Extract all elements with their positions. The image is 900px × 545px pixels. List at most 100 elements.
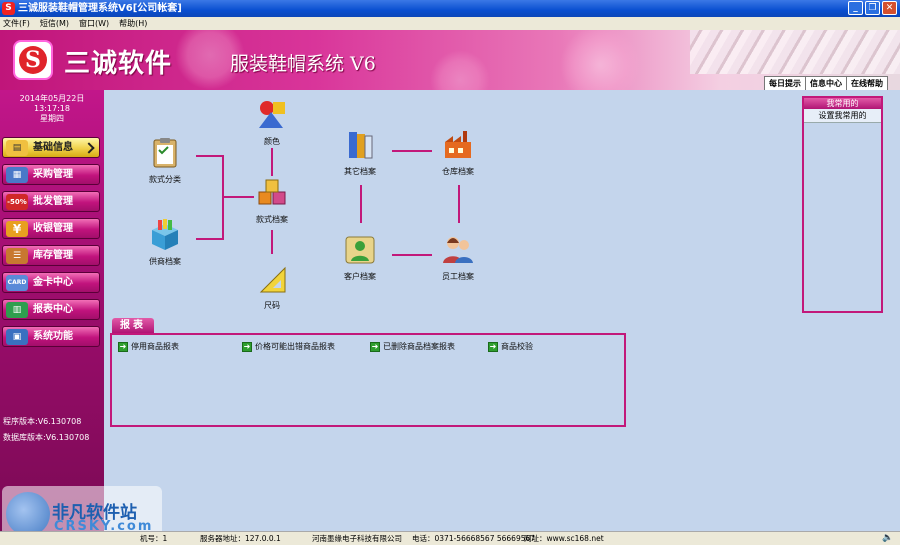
report-link-disabled-goods[interactable]: ➜ 停用商品报表: [118, 341, 179, 352]
nav-label: 金卡中心: [33, 277, 73, 288]
status-bar: 机号：1 服务器地址：127.0.0.1 河南墨缘电子科技有限公司 电话：037…: [0, 531, 900, 545]
close-button[interactable]: ✕: [882, 1, 897, 15]
yen-icon: ¥: [6, 221, 28, 237]
menu-window[interactable]: 窗口(W): [79, 17, 109, 30]
flow-connector: [271, 230, 273, 254]
status-phone: 电话：0371-56668567 56669567: [412, 534, 536, 543]
daily-tips-link[interactable]: 每日提示: [765, 77, 805, 90]
nav-system[interactable]: ▣ 系统功能: [2, 326, 100, 347]
inventory-icon: ☰: [6, 248, 28, 264]
warehouse-node[interactable]: 仓库档案: [428, 128, 488, 177]
datetime-display: 2014年05月22日 13:17:18 星期四: [0, 94, 104, 124]
purchase-icon: ▦: [6, 167, 28, 183]
nav-label: 采购管理: [33, 169, 73, 180]
nav-report-center[interactable]: ▥ 报表中心: [2, 299, 100, 320]
flower-decoration: [560, 30, 640, 90]
nav-purchase[interactable]: ▦ 采购管理: [2, 164, 100, 185]
report-link-deleted-archive[interactable]: ➜ 已删除商品档案报表: [370, 341, 455, 352]
flow-connector: [458, 185, 460, 223]
flow-connector: [392, 254, 432, 256]
card-icon: CARD: [6, 275, 28, 291]
favorites-title: 我常用的: [804, 98, 881, 109]
db-version: 数据库版本:V6.130708: [3, 433, 90, 442]
window-controls: _ ❐ ✕: [848, 1, 897, 15]
nav-label: 批发管理: [33, 196, 73, 207]
menu-sms[interactable]: 短信(M): [40, 17, 69, 30]
flow-connector: [392, 150, 432, 152]
online-help-link[interactable]: 在线帮助: [846, 77, 887, 90]
report-link-price-error[interactable]: ➜ 价格可能出错商品报表: [242, 341, 335, 352]
restore-button[interactable]: ❐: [865, 1, 880, 15]
date-text: 2014年05月22日: [19, 94, 85, 103]
minimize-button[interactable]: _: [848, 1, 863, 15]
menu-help[interactable]: 帮助(H): [119, 17, 147, 30]
books-icon: [343, 128, 377, 162]
nav-label: 系统功能: [33, 331, 73, 342]
info-center-link[interactable]: 信息中心: [805, 77, 846, 90]
product-name: 服装鞋帽系统 V6: [230, 53, 376, 75]
nav-inventory[interactable]: ☰ 库存管理: [2, 245, 100, 266]
green-arrow-icon: ➜: [242, 341, 252, 352]
report-label: 商品校验: [501, 342, 533, 351]
header-banner: S 三诚软件 服装鞋帽系统 V6 每日提示 信息中心 在线帮助: [0, 30, 900, 90]
watermark-logo-icon: [6, 492, 50, 536]
logo-s-icon: S: [19, 46, 47, 74]
node-label: 其它档案: [344, 167, 376, 176]
nav-wholesale[interactable]: -50% 批发管理: [2, 191, 100, 212]
weekday-text: 星期四: [40, 114, 64, 123]
menu-file[interactable]: 文件(F): [3, 17, 30, 30]
nav-basic-info[interactable]: ▤ 基础信息: [2, 137, 100, 158]
nav-label: 报表中心: [33, 304, 73, 315]
size-node[interactable]: 尺码: [242, 262, 302, 311]
flow-connector: [196, 155, 223, 157]
set-favorites-link[interactable]: 设置我常用的: [804, 109, 881, 123]
customer-node[interactable]: 客户档案: [330, 233, 390, 282]
status-server: 服务器地址：127.0.0.1: [200, 534, 281, 543]
nav-cashier[interactable]: ¥ 收银管理: [2, 218, 100, 239]
flow-connector: [360, 185, 362, 223]
report-label: 已删除商品档案报表: [383, 342, 455, 351]
box-icon: [148, 218, 182, 252]
employee-node[interactable]: 员工档案: [428, 233, 488, 282]
system-icon: ▣: [6, 329, 28, 345]
style-archive-node[interactable]: 款式档案: [242, 176, 302, 225]
speaker-icon[interactable]: 🔈: [882, 532, 893, 545]
report-label: 停用商品报表: [131, 342, 179, 351]
node-label: 客户档案: [344, 272, 376, 281]
color-shapes-icon: [255, 98, 289, 132]
reports-panel: ➜ 停用商品报表 ➜ 价格可能出错商品报表 ➜ 已删除商品档案报表 ➜ 商品校验: [110, 333, 626, 427]
customer-icon: [343, 233, 377, 267]
supplier-node[interactable]: 供商档案: [135, 218, 195, 267]
clipboard-check-icon: [148, 136, 182, 170]
favorites-panel: 我常用的 设置我常用的: [802, 96, 883, 313]
status-website: 网址：www.sc168.net: [524, 534, 604, 543]
fabric-decoration: [690, 30, 900, 74]
node-label: 尺码: [264, 301, 280, 310]
sidebar: 2014年05月22日 13:17:18 星期四 ▤ 基础信息 ▦ 采购管理 -…: [0, 90, 104, 531]
clipboard-icon: ▤: [6, 140, 28, 156]
node-label: 颜色: [264, 137, 280, 146]
program-version: 程序版本:V6.130708: [3, 417, 82, 426]
discount-icon: -50%: [6, 194, 28, 210]
report-link-goods-check[interactable]: ➜ 商品校验: [488, 341, 533, 352]
green-arrow-icon: ➜: [370, 341, 380, 352]
top-links: 每日提示 信息中心 在线帮助: [764, 76, 888, 90]
factory-icon: [441, 128, 475, 162]
flow-connector: [196, 238, 223, 240]
time-text: 13:17:18: [34, 104, 70, 113]
window-title: 三诚服装鞋帽管理系统V6[公司帐套]: [18, 3, 182, 14]
reports-tab[interactable]: 报表: [112, 318, 154, 333]
node-label: 员工档案: [442, 272, 474, 281]
cubes-icon: [255, 176, 289, 210]
people-icon: [441, 233, 475, 267]
node-label: 款式档案: [256, 215, 288, 224]
node-label: 款式分类: [149, 175, 181, 184]
brand-name: 三诚软件: [64, 49, 173, 79]
node-label: 供商档案: [149, 257, 181, 266]
green-arrow-icon: ➜: [488, 341, 498, 352]
style-category-node[interactable]: 款式分类: [135, 136, 195, 185]
title-bar: S 三诚服装鞋帽管理系统V6[公司帐套] _ ❐ ✕: [0, 0, 900, 17]
color-node[interactable]: 颜色: [242, 98, 302, 147]
nav-gold-card[interactable]: CARD 金卡中心: [2, 272, 100, 293]
other-archive-node[interactable]: 其它档案: [330, 128, 390, 177]
